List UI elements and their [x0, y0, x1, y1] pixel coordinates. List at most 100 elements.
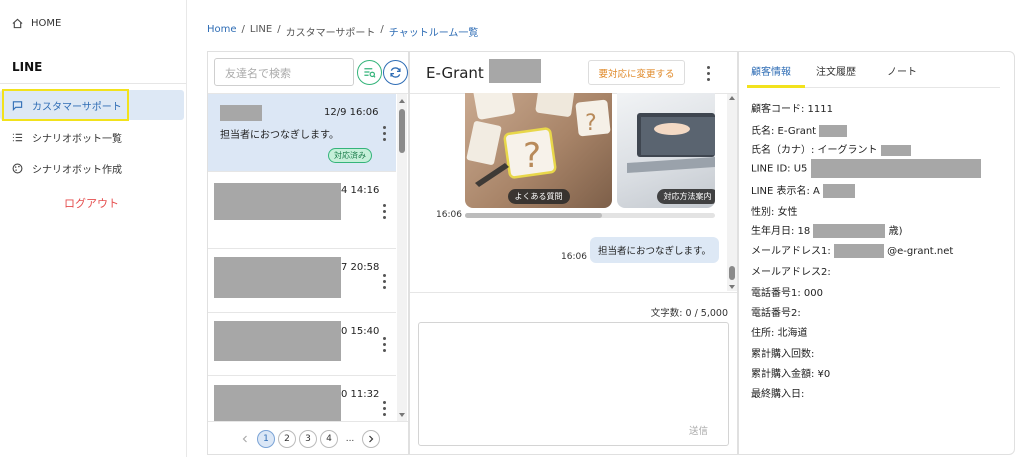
info-last-purchase: 最終購入日: — [751, 389, 805, 400]
sidebar-item-scenario-list[interactable]: シナリオボット一覧 — [0, 122, 184, 152]
sidebar-section-title: LINE — [12, 60, 43, 74]
info-phone2: 電話番号2: — [751, 308, 801, 319]
redacted-value — [833, 244, 884, 258]
more-vert-icon[interactable] — [382, 337, 386, 352]
redacted-value — [819, 125, 848, 137]
info-birthday-text: 生年月日: 18 — [751, 226, 811, 237]
next-page-button[interactable] — [362, 429, 380, 448]
info-line-display-name: LINE 表示名: A — [751, 182, 856, 198]
carousel-card[interactable]: 対応方法案内 — [617, 93, 715, 208]
conversation-item[interactable]: 12/9 16:06 担当者におつなぎします。 対応済み — [208, 94, 396, 172]
svg-text:?: ? — [523, 136, 541, 176]
info-purchase-count: 累計購入回数: — [751, 349, 815, 360]
chat-panel: E-Grant 要対応に変更する ? ? よくある質問 対応方法案内 16:06… — [409, 51, 738, 455]
carousel-scrollbar[interactable] — [465, 213, 715, 218]
breadcrumb-support[interactable]: カスタマーサポート — [286, 24, 376, 39]
message-time: 16:06 — [436, 210, 462, 220]
conversation-item[interactable]: 0 11:32 — [208, 376, 396, 421]
chat-title-text: E-Grant — [426, 64, 484, 82]
redacted-name — [220, 105, 262, 121]
svg-text:?: ? — [585, 111, 597, 136]
redacted-value — [810, 159, 981, 178]
carousel-card[interactable]: ? ? よくある質問 — [465, 93, 612, 208]
info-birthday: 生年月日: 18 歳) — [751, 222, 903, 238]
app-root: HOME LINE カスタマーサポート シナリオボット一覧 シナリオボット作成 … — [0, 0, 1024, 457]
info-name-kana: 氏名（カナ）: イーグラント — [751, 141, 911, 156]
logout-button[interactable]: ログアウト — [64, 195, 119, 211]
pagination: 1 2 3 4 ... — [208, 421, 408, 455]
info-email1-domain: @e-grant.net — [887, 246, 954, 257]
chat-scrollbar[interactable] — [727, 94, 737, 291]
chat-title: E-Grant — [426, 58, 541, 83]
carousel-card-label: 対応方法案内 — [656, 189, 715, 204]
redacted-name — [214, 321, 341, 361]
page-button[interactable]: 1 — [257, 429, 275, 448]
search-input[interactable]: 友達名で検索 — [214, 58, 354, 86]
sidebar-item-home[interactable]: HOME — [12, 18, 61, 29]
more-vert-icon[interactable] — [382, 126, 386, 141]
tab-order-history[interactable]: 注文履歴 — [816, 63, 856, 78]
info-email2: メールアドレス2: — [751, 267, 831, 278]
redacted-name — [488, 58, 541, 83]
prev-page-button[interactable] — [236, 429, 254, 448]
info-name-kana-text: 氏名（カナ）: イーグラント — [751, 145, 878, 156]
list-scrollbar[interactable] — [397, 94, 407, 421]
tab-customer-info[interactable]: 顧客情報 — [751, 63, 791, 78]
character-count: 文字数: 0 / 5,000 — [650, 308, 728, 319]
breadcrumb-sep: / — [380, 24, 384, 35]
sidebar-divider — [0, 83, 186, 84]
info-gender: 性別: 女性 — [751, 207, 798, 218]
list-scroll-thumb[interactable] — [399, 109, 405, 153]
info-name: 氏名: E-Grant — [751, 122, 848, 137]
info-phone1: 電話番号1: 000 — [751, 288, 823, 299]
breadcrumb-current: チャットルーム一覧 — [388, 28, 479, 39]
filter-button[interactable] — [357, 60, 382, 85]
sidebar-item-scenario-create[interactable]: シナリオボット作成 — [0, 153, 184, 183]
carousel-scroll-thumb[interactable] — [465, 213, 602, 218]
page-ellipsis: ... — [341, 429, 359, 448]
more-vert-icon[interactable] — [382, 274, 386, 289]
info-line-id: LINE ID: U5 — [751, 159, 981, 178]
redacted-value — [880, 144, 911, 156]
tab-active-indicator — [747, 85, 805, 88]
redacted-name — [214, 257, 341, 298]
scroll-up-icon — [399, 99, 405, 103]
sidebar: HOME LINE カスタマーサポート シナリオボット一覧 シナリオボット作成 … — [0, 0, 187, 457]
info-birthday-suffix: 歳) — [888, 226, 903, 237]
breadcrumb: Home / LINE / カスタマーサポート / チャットルーム一覧 — [207, 24, 478, 39]
conversation-time: 4 14:16 — [341, 185, 380, 196]
breadcrumb-line[interactable]: LINE — [250, 24, 272, 39]
page-button[interactable]: 2 — [278, 429, 296, 448]
info-email1: メールアドレス1: @e-grant.net — [751, 242, 953, 258]
conversation-preview: 担当者におつなぎします。 — [220, 130, 339, 141]
conversation-list: 12/9 16:06 担当者におつなぎします。 対応済み 4 14:16 7 2… — [208, 93, 408, 421]
conversation-item[interactable]: 4 14:16 — [208, 172, 396, 249]
more-vert-icon[interactable] — [382, 401, 386, 416]
send-button[interactable]: 送信 — [689, 423, 708, 437]
change-status-button[interactable]: 要対応に変更する — [588, 60, 685, 85]
info-address: 住所: 北海道 — [751, 328, 808, 339]
chat-scroll-thumb[interactable] — [729, 266, 735, 280]
message-input[interactable]: 送信 — [418, 322, 729, 446]
info-line-id-text: LINE ID: U5 — [751, 163, 808, 175]
home-icon — [12, 18, 23, 29]
page-button[interactable]: 3 — [299, 429, 317, 448]
info-line-display-name-text: LINE 表示名: A — [751, 186, 820, 197]
conversation-item[interactable]: 0 15:40 — [208, 313, 396, 376]
page-button[interactable]: 4 — [320, 429, 338, 448]
conversation-item[interactable]: 7 20:58 — [208, 249, 396, 313]
redacted-value — [823, 184, 856, 198]
conversation-time: 0 11:32 — [341, 389, 380, 400]
sidebar-item-label: シナリオボット作成 — [32, 164, 122, 176]
redacted-value — [813, 224, 886, 238]
sidebar-home-label: HOME — [31, 18, 62, 29]
refresh-button[interactable] — [383, 60, 408, 85]
tab-notes[interactable]: ノート — [887, 63, 917, 78]
breadcrumb-home[interactable]: Home — [207, 24, 237, 39]
message-bubble: 担当者におつなぎします。 — [590, 237, 720, 263]
chat-more-icon[interactable] — [706, 66, 710, 81]
more-vert-icon[interactable] — [382, 204, 386, 219]
breadcrumb-sep: / — [241, 24, 245, 35]
conversation-time: 0 15:40 — [341, 326, 380, 337]
scroll-up-icon — [729, 96, 735, 100]
